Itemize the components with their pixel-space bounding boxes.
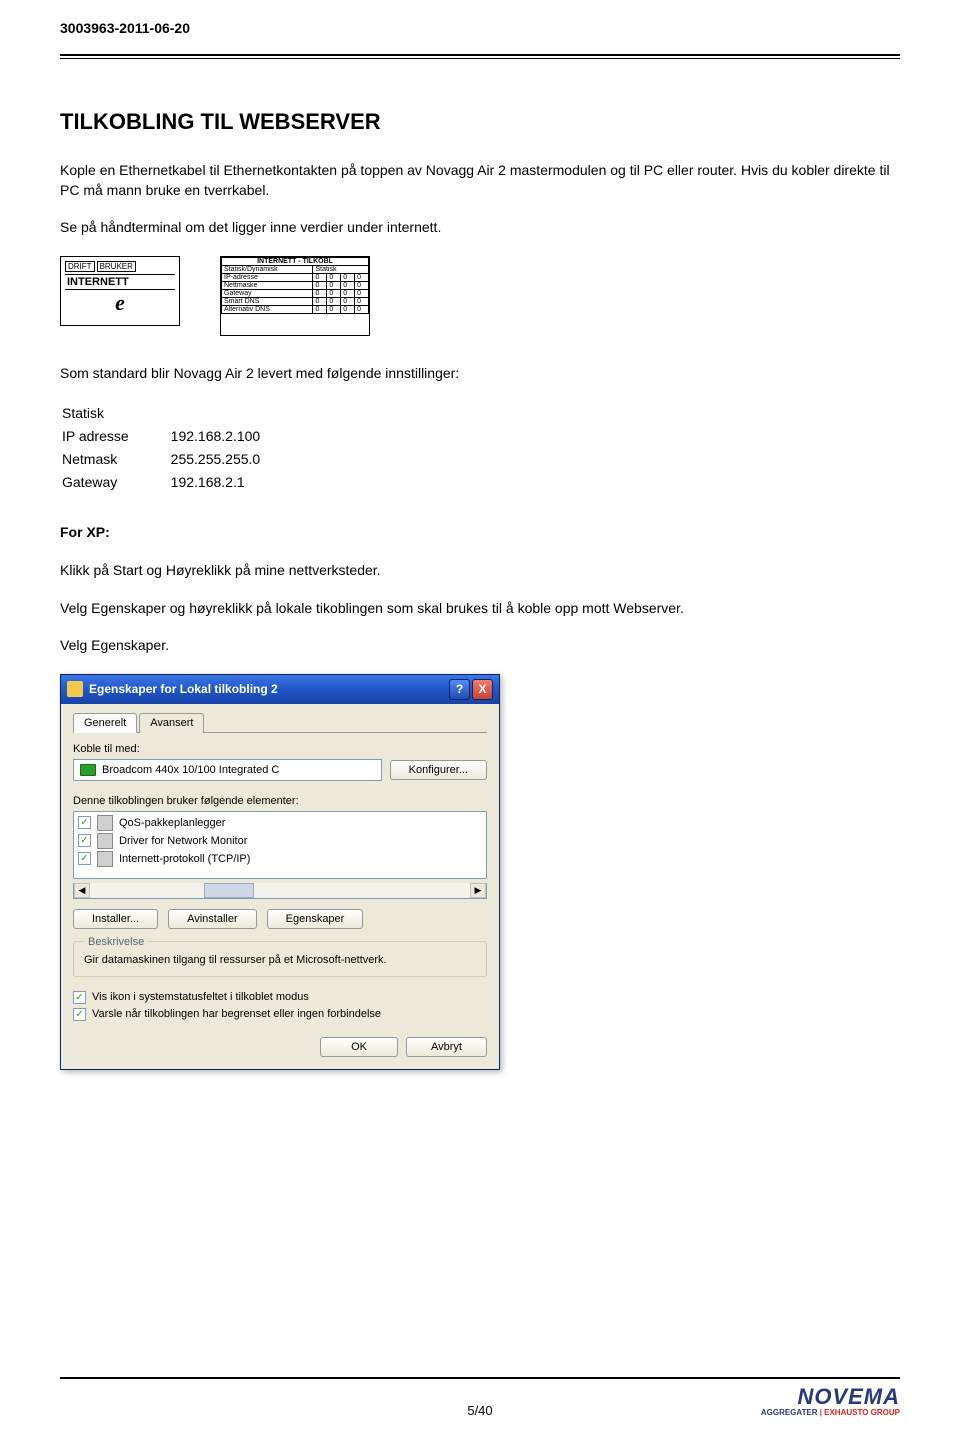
document-id: 3003963-2011-06-20 (60, 20, 900, 36)
paragraph-intro: Kople en Ethernetkabel til Ethernetkonta… (60, 161, 900, 200)
install-button[interactable]: Installer... (73, 909, 158, 929)
description-label: Beskrivelse (84, 936, 148, 948)
lcd-tab-bruker: BRUKER (97, 261, 136, 272)
tab-general[interactable]: Generelt (73, 713, 137, 733)
lcd2-row-mode: Statisk/Dynamisk (222, 265, 313, 273)
ip-value: 192.168.2.100 (171, 426, 301, 447)
scroll-thumb[interactable] (204, 883, 254, 898)
checkbox-notify[interactable]: ✓ (73, 1008, 86, 1021)
configure-button[interactable]: Konfigurer... (390, 760, 487, 780)
checkbox-icon[interactable]: ✓ (78, 852, 91, 865)
close-button[interactable]: X (472, 679, 493, 700)
rule-thick (60, 54, 900, 56)
lcd-label: INTERNETT (65, 274, 175, 290)
list-item[interactable]: ✓ Internett-protokoll (TCP/IP) (78, 850, 482, 868)
nic-icon (80, 764, 96, 776)
xp-title: Egenskaper for Lokal tilkobling 2 (89, 682, 278, 696)
device-box: Broadcom 440x 10/100 Integrated C (73, 759, 382, 781)
lcd-internett-tilkobl: INTERNETT - TILKOBL Statisk/DynamiskStat… (220, 256, 370, 336)
novema-logo: NOVEMA AGGREGATER | EXHAUSTO GROUP (761, 1385, 900, 1418)
elements-listbox[interactable]: ✓ QoS-pakkeplanlegger ✓ Driver for Netwo… (73, 811, 487, 879)
scroll-track[interactable] (90, 883, 470, 898)
lcd2-header: INTERNETT - TILKOBL (222, 257, 369, 265)
device-name: Broadcom 440x 10/100 Integrated C (102, 764, 279, 776)
uses-elements-label: Denne tilkoblingen bruker følgende eleme… (73, 795, 487, 807)
lcd2-row: Smart DNS (222, 297, 313, 305)
page-title: TILKOBLING TIL WEBSERVER (60, 109, 900, 135)
connect-with-label: Koble til med: (73, 743, 487, 755)
paragraph-defaults: Som standard blir Novagg Air 2 levert me… (60, 364, 900, 384)
properties-button[interactable]: Egenskaper (267, 909, 364, 929)
gateway-label: Gateway (62, 472, 169, 493)
logo-sub-exh: EXHAUSTO GROUP (824, 1408, 900, 1417)
for-xp-heading: For XP: (60, 523, 900, 543)
lcd-screenshots-row: DRIFT BRUKER INTERNETT e INTERNETT - TIL… (60, 256, 900, 336)
protocol-icon (97, 851, 113, 867)
netmask-value: 255.255.255.0 (171, 449, 301, 470)
rule-thin (60, 58, 900, 59)
checkbox-icon[interactable]: ✓ (78, 834, 91, 847)
list-item-label: Driver for Network Monitor (119, 835, 247, 847)
netmask-label: Netmask (62, 449, 169, 470)
paragraph-xp-step3: Velg Egenskaper. (60, 636, 900, 656)
description-fieldset: Beskrivelse Gir datamaskinen tilgang til… (73, 941, 487, 977)
xp-properties-dialog: Egenskaper for Lokal tilkobling 2 ? X Ge… (60, 674, 500, 1070)
paragraph-handterminal: Se på håndterminal om det ligger inne ve… (60, 218, 900, 238)
scroll-left-icon[interactable]: ◀ (74, 883, 90, 898)
lcd2-row: Alternativ DNS (222, 305, 313, 313)
logo-text: NOVEMA (761, 1385, 900, 1409)
notify-label: Varsle når tilkoblingen har begrenset el… (92, 1008, 381, 1020)
show-icon-label: Vis ikon i systemstatusfeltet i tilkoble… (92, 991, 309, 1003)
lcd-tab-drift: DRIFT (65, 261, 95, 272)
horizontal-scrollbar[interactable]: ◀ ▶ (73, 883, 487, 899)
list-item-label: Internett-protokoll (TCP/IP) (119, 853, 250, 865)
scroll-right-icon[interactable]: ▶ (470, 883, 486, 898)
protocol-icon (97, 815, 113, 831)
static-label: Statisk (62, 403, 300, 424)
uninstall-button[interactable]: Avinstaller (168, 909, 257, 929)
connection-icon (67, 681, 83, 697)
cancel-button[interactable]: Avbryt (406, 1037, 487, 1057)
ip-label: IP adresse (62, 426, 169, 447)
checkbox-icon[interactable]: ✓ (78, 816, 91, 829)
list-item-label: QoS-pakkeplanlegger (119, 817, 225, 829)
tab-advanced[interactable]: Avansert (139, 713, 204, 733)
gateway-value: 192.168.2.1 (171, 472, 301, 493)
default-settings-table: Statisk IP adresse 192.168.2.100 Netmask… (60, 401, 302, 495)
lcd2-mode-val: Statisk (313, 265, 369, 273)
page-footer: 5/40 NOVEMA AGGREGATER | EXHAUSTO GROUP (60, 1377, 900, 1418)
ok-button[interactable]: OK (320, 1037, 398, 1057)
list-item[interactable]: ✓ Driver for Network Monitor (78, 832, 482, 850)
internet-explorer-icon: e (65, 290, 175, 316)
checkbox-show-icon[interactable]: ✓ (73, 991, 86, 1004)
lcd2-row: Nettmaske (222, 281, 313, 289)
paragraph-xp-step2: Velg Egenskaper og høyreklikk på lokale … (60, 599, 900, 619)
lcd-internett: DRIFT BRUKER INTERNETT e (60, 256, 180, 326)
list-item[interactable]: ✓ QoS-pakkeplanlegger (78, 814, 482, 832)
logo-sub-agg: AGGREGATER (761, 1408, 818, 1417)
paragraph-xp-step1: Klikk på Start og Høyreklikk på mine net… (60, 561, 900, 581)
lcd2-row: Gateway (222, 289, 313, 297)
xp-titlebar[interactable]: Egenskaper for Lokal tilkobling 2 ? X (61, 675, 499, 704)
xp-tabs: Generelt Avansert (73, 712, 487, 733)
description-text: Gir datamaskinen tilgang til ressurser p… (84, 954, 476, 966)
help-button[interactable]: ? (449, 679, 470, 700)
page-number: 5/40 (467, 1403, 492, 1418)
protocol-icon (97, 833, 113, 849)
lcd2-row: IP-adresse (222, 273, 313, 281)
